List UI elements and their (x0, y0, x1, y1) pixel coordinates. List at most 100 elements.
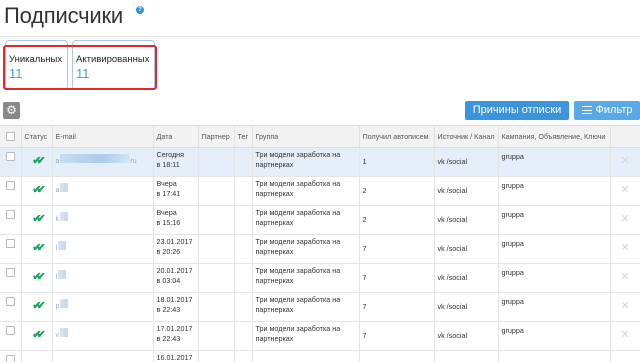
col-letters[interactable]: Получил автописем (359, 125, 435, 148)
table-row[interactable]: ✔✔ l 20.01.2017 в 03:04 Три модели заработка… (0, 263, 640, 293)
email-cell[interactable]: p (52, 292, 154, 322)
row-checkbox[interactable] (5, 210, 15, 219)
col-status[interactable]: Статус (21, 125, 53, 148)
email-text: l (55, 274, 58, 281)
delete-cell[interactable]: ✕ (610, 263, 640, 293)
table-row[interactable]: ✔✔ a ru Сегодня в 18:11 Три модели заработка … (0, 147, 640, 177)
select-all-checkbox[interactable] (5, 132, 15, 141)
settings-button[interactable]: ⚙ (3, 102, 20, 119)
campaign-cell: gruppa (498, 176, 611, 206)
close-icon[interactable]: ✕ (620, 301, 629, 312)
row-select-cell[interactable] (0, 292, 22, 322)
source-cell: vk /social (434, 147, 499, 177)
group-line-2: партнерках (255, 247, 294, 256)
table-row[interactable]: 16.01.2017 (0, 350, 640, 362)
table-row[interactable]: ✔✔ k Вчера в 15:16 Три модели заработка на па… (0, 205, 640, 235)
unsubscribe-reasons-button[interactable]: Причины отписки (465, 101, 569, 120)
delete-cell[interactable] (610, 350, 640, 362)
close-icon[interactable]: ✕ (620, 330, 629, 341)
tag-cell (234, 147, 253, 177)
row-select-cell[interactable] (0, 176, 22, 206)
delete-cell[interactable]: ✕ (610, 176, 640, 206)
col-source[interactable]: Источник / Канал (434, 125, 499, 148)
tag-cell (234, 176, 253, 206)
row-checkbox[interactable] (5, 268, 15, 277)
group-line-2: партнерках (255, 276, 294, 285)
subscribers-table: Статус E-mail Дата Партнер Тег Группа По… (0, 125, 640, 362)
source-cell (434, 350, 499, 362)
delete-cell[interactable]: ✕ (610, 205, 640, 235)
row-checkbox[interactable] (5, 181, 15, 190)
date-cell: 17.01.2017 в 22:43 (153, 321, 199, 351)
close-icon[interactable]: ✕ (620, 214, 629, 225)
close-icon[interactable]: ✕ (620, 185, 629, 196)
row-checkbox[interactable] (5, 355, 15, 362)
date-time: в 17:41 (156, 189, 181, 198)
campaign-cell: gruppa (498, 234, 611, 264)
table-row[interactable]: ✔✔ a Вчера в 17:41 Три модели заработка на па… (0, 176, 640, 206)
date-day: Вчера (156, 208, 177, 217)
table-row[interactable]: ✔✔ p 18.01.2017 в 22:43 Три модели заработка… (0, 292, 640, 322)
delete-cell[interactable]: ✕ (610, 321, 640, 351)
col-partner[interactable]: Партнер (198, 125, 235, 148)
group-line-1: Три модели заработка на (255, 208, 341, 217)
date-time: в 15:16 (156, 218, 181, 227)
row-checkbox[interactable] (5, 326, 15, 335)
col-tag[interactable]: Тег (234, 125, 253, 148)
campaign-cell: gruppa (498, 205, 611, 235)
row-checkbox[interactable] (5, 239, 15, 248)
close-icon[interactable]: ✕ (620, 272, 629, 283)
email-cell[interactable]: k (52, 205, 154, 235)
table-row[interactable]: ✔✔ l 23.01.2017 в 20:26 Три модели заработка… (0, 234, 640, 264)
tag-cell (234, 350, 253, 362)
row-select-cell[interactable] (0, 321, 22, 351)
row-checkbox[interactable] (5, 152, 15, 161)
delete-cell[interactable]: ✕ (610, 292, 640, 322)
email-cell[interactable]: l (52, 263, 154, 293)
col-date[interactable]: Дата (153, 125, 199, 148)
status-cell (21, 350, 53, 362)
help-icon[interactable]: ? (136, 6, 144, 14)
status-cell: ✔✔ (21, 176, 53, 206)
double-check-icon: ✔✔ (32, 271, 46, 283)
date-cell: Вчера в 15:16 (153, 205, 199, 235)
partner-cell (198, 263, 235, 293)
row-checkbox[interactable] (5, 297, 15, 306)
filter-button[interactable]: Фильтр (574, 101, 640, 120)
row-select-cell[interactable] (0, 205, 22, 235)
tag-cell (234, 205, 253, 235)
email-cell[interactable]: v (52, 321, 154, 351)
group-line-2: партнерках (255, 218, 294, 227)
email-cell[interactable] (52, 350, 154, 362)
letters-cell: 7 (359, 292, 435, 322)
col-group[interactable]: Группа (252, 125, 360, 148)
email-cell[interactable]: l (52, 234, 154, 264)
source-cell: vk /social (434, 292, 499, 322)
date-day: 17.01.2017 (156, 324, 193, 333)
table-row[interactable]: ✔✔ v 17.01.2017 в 22:43 Три модели заработка… (0, 321, 640, 351)
group-line-1: Три модели заработка на (255, 266, 341, 275)
email-cell[interactable]: a (52, 176, 154, 206)
close-icon[interactable]: ✕ (620, 156, 629, 167)
double-check-icon: ✔✔ (32, 155, 46, 167)
partner-cell (198, 292, 235, 322)
delete-cell[interactable]: ✕ (610, 234, 640, 264)
letters-cell: 2 (359, 205, 435, 235)
email-text: v (55, 332, 60, 339)
tag-cell (234, 321, 253, 351)
close-icon[interactable]: ✕ (620, 243, 629, 254)
status-cell: ✔✔ (21, 292, 53, 322)
email-cell[interactable]: a ru (52, 147, 154, 177)
row-select-cell[interactable] (0, 234, 22, 264)
select-all-cell[interactable] (0, 125, 22, 148)
row-select-cell[interactable] (0, 147, 22, 177)
email-blurred (60, 154, 131, 163)
letters-cell: 2 (359, 176, 435, 206)
double-check-icon: ✔✔ (32, 300, 46, 312)
col-email[interactable]: E-mail (52, 125, 154, 148)
col-campaign[interactable]: Кампания, Объявление, Ключи (498, 125, 611, 148)
source-cell: vk /social (434, 321, 499, 351)
row-select-cell[interactable] (0, 350, 22, 362)
row-select-cell[interactable] (0, 263, 22, 293)
delete-cell[interactable]: ✕ (610, 147, 640, 177)
